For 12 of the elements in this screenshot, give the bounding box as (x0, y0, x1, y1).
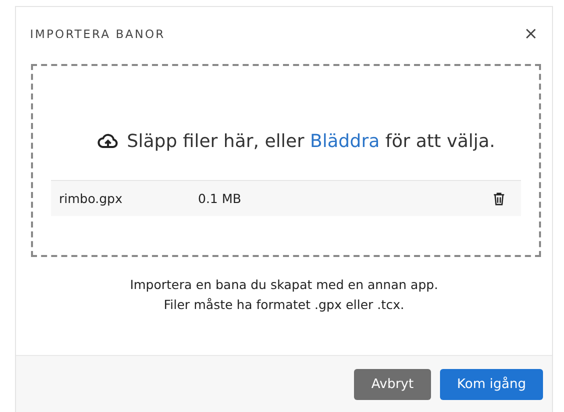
drop-zone[interactable]: Släpp filer här, eller Bläddra för att välja. rimbo.gpx 0.1 MB (31, 64, 541, 257)
help-text: Importera en bana du skapat med en annan app. (128, 277, 440, 292)
browse-link[interactable]: Bläddra (310, 130, 380, 152)
cancel-button[interactable]: Avbryt (354, 369, 431, 400)
drop-prompt: Släpp filer här, eller Bläddra för att välja. (126, 130, 496, 152)
trash-icon[interactable] (493, 192, 505, 206)
close-button[interactable]: × (520, 24, 542, 44)
file-size: 0.1 MB (198, 191, 242, 206)
help-text: Filer måste ha formatet .gpx eller .tcx. (162, 297, 406, 312)
dialog-title: IMPORTERA BANOR (30, 27, 166, 41)
start-button[interactable]: Kom igång (440, 369, 543, 400)
file-name: rimbo.gpx (59, 191, 124, 206)
